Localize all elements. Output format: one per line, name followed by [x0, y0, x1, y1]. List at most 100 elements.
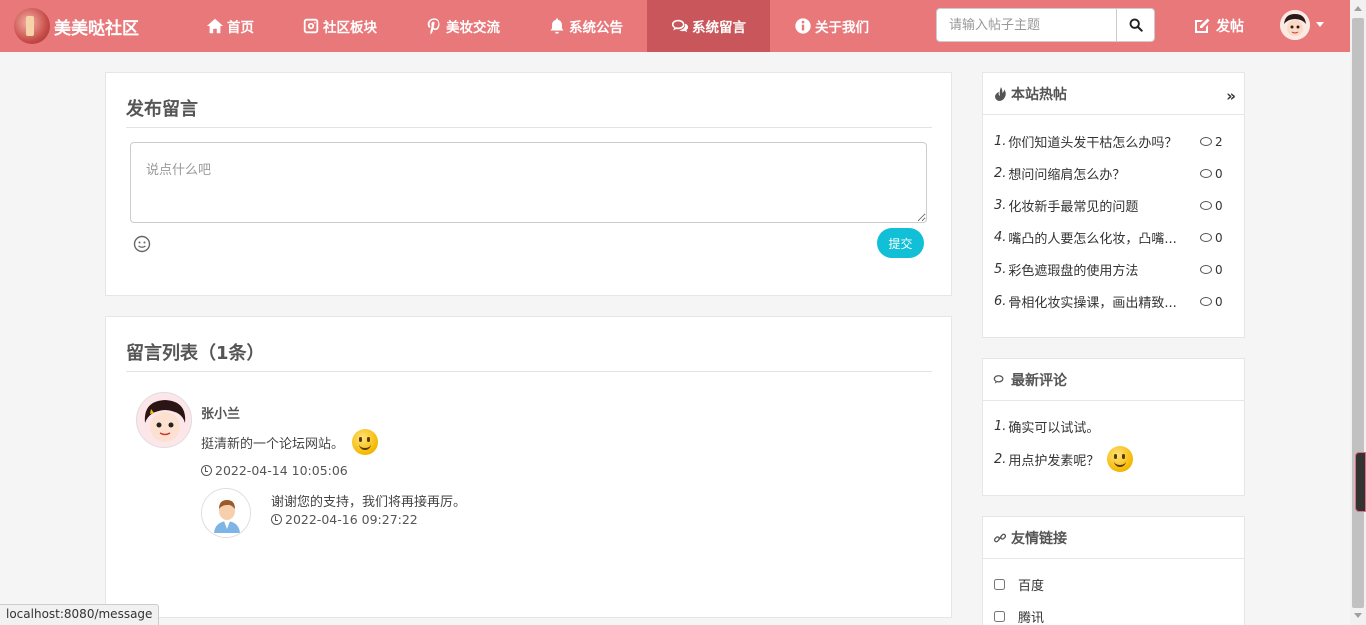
submit-button[interactable]: 提交 — [877, 228, 924, 258]
hot-post-count-value: 0 — [1215, 166, 1223, 181]
friend-links-panel: 友情链接 百度 腾讯 — [982, 516, 1245, 625]
latest-comment-index: 1. — [994, 419, 1007, 434]
bell-icon — [548, 17, 566, 35]
nav-home[interactable]: 首页 — [182, 0, 278, 52]
hot-post-comment-count: 0 — [1200, 231, 1223, 245]
latest-comments-panel: 最新评论 1. 确实可以试试。 2. 用点护发素呢？ — [982, 358, 1245, 496]
hot-post-title: 你们知道头发干枯怎么办吗？ — [1008, 136, 1178, 151]
hot-post-count-value: 0 — [1215, 262, 1223, 277]
hot-post-index: 6. — [994, 294, 1007, 309]
hot-post-comment-count: 0 — [1200, 263, 1223, 277]
search-button[interactable] — [1117, 8, 1155, 42]
reply-avatar — [201, 488, 251, 538]
hot-post-title: 想问问缩肩怎么办？ — [1008, 168, 1126, 183]
comment-icon — [1200, 137, 1212, 146]
comment-icon — [1200, 233, 1212, 242]
friend-links-title: 友情链接 — [1011, 530, 1067, 547]
divider — [126, 371, 932, 372]
brand[interactable]: 美美哒社区 — [14, 8, 174, 44]
friend-link-item[interactable]: 腾讯 — [994, 607, 1044, 625]
friend-link-checkbox[interactable] — [994, 611, 1005, 622]
hot-post-count-value: 2 — [1215, 134, 1223, 149]
friend-link-label: 腾讯 — [1018, 611, 1045, 625]
hot-post-item[interactable]: 6. 骨相化妆实操课，画出精致... 0 — [994, 292, 1239, 311]
hot-post-item[interactable]: 2. 想问问缩肩怎么办？ 0 — [994, 164, 1239, 183]
reply-text: 谢谢您的支持，我们将再接再厉。 — [271, 495, 467, 510]
friend-link-checkbox[interactable] — [994, 579, 1005, 590]
fire-icon — [995, 86, 1006, 101]
nav-community-label: 社区板块 — [323, 20, 377, 36]
latest-comments-title: 最新评论 — [1011, 372, 1067, 389]
edit-icon — [1195, 18, 1210, 33]
nav-makeup-label: 美妆交流 — [446, 20, 500, 36]
hot-post-count-value: 0 — [1215, 198, 1223, 213]
comment-icon — [1200, 265, 1212, 274]
smiley-emoji-icon — [352, 429, 379, 455]
clock-icon — [201, 465, 212, 476]
comment-author: 张小兰 — [201, 407, 241, 422]
comment-avatar[interactable] — [136, 392, 192, 448]
hot-post-title: 化妆新手最常见的问题 — [1008, 200, 1139, 215]
nav-about[interactable]: 关于我们 — [770, 0, 893, 52]
nav-announcement-label: 系统公告 — [569, 20, 623, 36]
link-icon — [993, 533, 1007, 542]
hot-post-index: 2. — [994, 166, 1007, 181]
side-floating-widget[interactable] — [1355, 452, 1366, 512]
nav-about-label: 关于我们 — [815, 20, 869, 36]
instagram-icon — [302, 17, 320, 35]
logo-icon — [14, 8, 50, 44]
hot-posts-title: 本站热帖 — [1011, 86, 1067, 103]
hot-post-index: 3. — [994, 198, 1007, 213]
emoji-icon[interactable] — [133, 235, 151, 253]
latest-comment-item[interactable]: 1. 确实可以试试。 — [994, 417, 1099, 436]
publish-panel: 发布留言 提交 — [105, 72, 952, 296]
message-textarea[interactable] — [130, 142, 927, 223]
comment-icon — [1200, 201, 1212, 210]
hot-post-item[interactable]: 3. 化妆新手最常见的问题 0 — [994, 196, 1239, 215]
scroll-up-arrow-icon[interactable] — [1354, 6, 1362, 11]
nav-message-label: 系统留言 — [692, 20, 746, 36]
comment-text-content: 挺清新的一个论坛网站。 — [201, 436, 345, 452]
hot-post-item[interactable]: 4. 嘴凸的人要怎么化妆，凸嘴... 0 — [994, 228, 1239, 247]
hot-post-count-value: 0 — [1215, 230, 1223, 245]
comment-icon — [1200, 169, 1212, 178]
smiley-emoji-icon — [1107, 446, 1134, 472]
comment-time: 2022-04-14 10:05:06 — [201, 463, 348, 478]
nav-community[interactable]: 社区板块 — [278, 0, 401, 52]
hot-post-title: 彩色遮瑕盘的使用方法 — [1008, 264, 1139, 279]
hot-post-item[interactable]: 5. 彩色遮瑕盘的使用方法 0 — [994, 260, 1239, 279]
hot-post-index: 5. — [994, 262, 1007, 277]
hot-posts-header: 本站热帖 » — [983, 73, 1244, 115]
message-list-panel: 留言列表（1条） 张小兰 挺清新的一个论坛网站。 2022-04-14 10:0… — [105, 316, 952, 618]
friend-link-label: 百度 — [1018, 579, 1045, 594]
hot-post-title: 嘴凸的人要怎么化妆，凸嘴... — [1008, 232, 1177, 247]
latest-comment-text: 确实可以试试。 — [1008, 421, 1100, 436]
user-avatar[interactable] — [1280, 10, 1310, 40]
comment-time-value: 2022-04-14 10:05:06 — [215, 463, 348, 478]
scroll-down-arrow-icon[interactable] — [1354, 613, 1362, 618]
friend-links-header: 友情链接 — [983, 517, 1244, 559]
latest-comment-item[interactable]: 2. 用点护发素呢？ — [994, 446, 1134, 472]
nav-announcement[interactable]: 系统公告 — [524, 0, 647, 52]
new-post-button[interactable]: 发帖 — [1192, 0, 1244, 52]
scrollbar-thumb[interactable] — [1352, 18, 1364, 608]
hot-post-comment-count: 0 — [1200, 295, 1223, 309]
friend-link-item[interactable]: 百度 — [994, 575, 1044, 594]
nav-makeup[interactable]: 美妆交流 — [401, 0, 524, 52]
user-menu-caret[interactable] — [1316, 22, 1324, 27]
comments-icon — [993, 374, 1004, 383]
double-chevron-right-icon[interactable]: » — [1226, 87, 1236, 105]
latest-comment-text: 用点护发素呢？ — [1008, 453, 1100, 469]
hot-post-comment-count: 2 — [1200, 135, 1223, 149]
search-form — [936, 8, 1155, 42]
nav-message[interactable]: 系统留言 — [647, 0, 770, 52]
hot-posts-panel: 本站热帖 » 1. 你们知道头发干枯怎么办吗？ 2 2. 想问问缩肩怎么办？ 0… — [982, 72, 1245, 338]
hot-post-item[interactable]: 1. 你们知道头发干枯怎么办吗？ 2 — [994, 132, 1239, 151]
clock-icon — [271, 514, 282, 525]
comments-icon — [671, 17, 689, 35]
hot-post-title: 骨相化妆实操课，画出精致... — [1008, 296, 1177, 311]
pinterest-icon — [425, 17, 443, 35]
hot-post-count-value: 0 — [1215, 294, 1223, 309]
hot-post-index: 4. — [994, 230, 1007, 245]
search-input[interactable] — [936, 8, 1117, 42]
